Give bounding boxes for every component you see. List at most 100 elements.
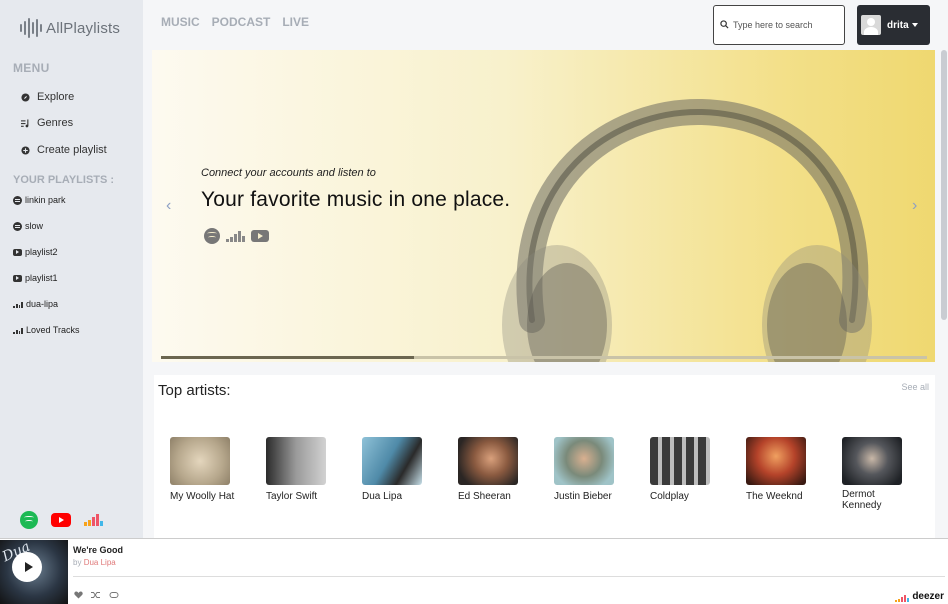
artist-card[interactable]: Ed Sheeran: [458, 437, 538, 502]
artist-name: Coldplay: [650, 491, 689, 502]
shuffle-icon[interactable]: [91, 591, 101, 601]
chevron-right-icon[interactable]: ›: [912, 197, 917, 215]
user-menu-button[interactable]: drita: [857, 5, 930, 45]
player-controls: [74, 591, 119, 601]
by-label: by: [73, 558, 82, 567]
youtube-icon: [13, 274, 22, 282]
sidebar-item-explore[interactable]: Explore: [21, 91, 74, 103]
chevron-down-icon: [911, 23, 918, 27]
artist-image: [650, 437, 710, 485]
playlist-item-linkin-park[interactable]: linkin park: [13, 195, 66, 205]
artist-image: [458, 437, 518, 485]
artist-image: [554, 437, 614, 485]
artist-image: [362, 437, 422, 485]
hero-service-icons: [204, 228, 269, 244]
spotify-icon: [13, 221, 22, 231]
playlist-label: playlist2: [25, 247, 58, 257]
artist-card[interactable]: My Woolly Hat: [170, 437, 250, 502]
search-input[interactable]: [733, 20, 838, 30]
see-all-link[interactable]: See all: [901, 382, 929, 392]
playlist-label: linkin park: [25, 195, 66, 205]
artist-name: The Weeknd: [746, 491, 803, 502]
music-list-icon: [21, 118, 30, 128]
player-bar: Dua We're Good by Dua Lipa deezer: [0, 538, 948, 604]
playlist-label: playlist1: [25, 273, 58, 283]
play-button[interactable]: [12, 552, 42, 582]
playlist-label: slow: [25, 221, 44, 231]
artist-name: Dua Lipa: [362, 491, 403, 502]
provider-logo: deezer: [895, 591, 944, 602]
artist-image: [842, 437, 902, 485]
menu-title: MENU: [13, 61, 50, 75]
youtube-icon: [251, 230, 269, 242]
artist-card[interactable]: Justin Bieber: [554, 437, 634, 502]
tab-music[interactable]: MUSIC: [161, 15, 200, 29]
artist-image: [746, 437, 806, 485]
youtube-icon[interactable]: [51, 513, 71, 527]
artist-name: Ed Sheeran: [458, 491, 511, 502]
playlist-item-slow[interactable]: slow: [13, 221, 43, 231]
logo-waveform-icon: [20, 18, 42, 38]
artist-card[interactable]: Coldplay: [650, 437, 730, 502]
plus-circle-icon: [21, 145, 30, 155]
spotify-icon: [13, 195, 22, 205]
user-name: drita: [887, 19, 909, 31]
playlist-label: Loved Tracks: [26, 325, 80, 335]
artist-name: Taylor Swift: [266, 491, 318, 502]
search-icon: [720, 16, 729, 34]
playlist-item-playlist2[interactable]: playlist2: [13, 247, 58, 257]
artist-name: Justin Bieber: [554, 491, 612, 502]
track-artist-line: by Dua Lipa: [73, 558, 116, 567]
track-artist-link[interactable]: Dua Lipa: [84, 558, 116, 567]
search-box: [713, 5, 845, 45]
top-artists-section: Top artists: See all My Woolly Hat Taylo…: [154, 375, 935, 538]
seek-bar[interactable]: [73, 576, 945, 577]
heart-icon[interactable]: [74, 591, 83, 601]
logo-text: AllPlaylists: [46, 19, 121, 37]
headphones-illustration: [502, 98, 872, 362]
tab-podcast[interactable]: PODCAST: [212, 15, 271, 29]
playlist-item-playlist1[interactable]: playlist1: [13, 273, 58, 283]
page-scrollbar[interactable]: [940, 0, 948, 538]
deezer-icon: [226, 230, 245, 242]
artist-card[interactable]: Taylor Swift: [266, 437, 346, 502]
track-title: We're Good: [73, 545, 123, 555]
playlist-item-dua-lipa[interactable]: dua-lipa: [13, 299, 58, 309]
avatar: [861, 15, 881, 35]
hero-title: Your favorite music in one place.: [201, 188, 511, 211]
playlist-item-loved-tracks[interactable]: Loved Tracks: [13, 325, 80, 335]
deezer-icon: [13, 301, 23, 308]
top-nav: MUSIC PODCAST LIVE: [161, 15, 309, 29]
sidebar: AllPlaylists MENU Explore Genres Create …: [0, 0, 143, 538]
deezer-icon[interactable]: [84, 514, 103, 526]
sidebar-item-genres[interactable]: Genres: [21, 117, 73, 129]
artist-card[interactable]: The Weeknd: [746, 437, 826, 502]
compass-icon: [21, 92, 30, 102]
sidebar-item-label: Create playlist: [37, 144, 107, 156]
sidebar-item-create-playlist[interactable]: Create playlist: [21, 144, 107, 156]
hero-carousel: Connect your accounts and listen to Your…: [152, 50, 935, 362]
artist-card[interactable]: Dermot Kennedy: [842, 437, 922, 511]
artist-card[interactable]: Dua Lipa: [362, 437, 442, 502]
service-links: [20, 511, 103, 529]
tab-live[interactable]: LIVE: [282, 15, 309, 29]
section-title: Top artists:: [158, 382, 231, 399]
repeat-icon[interactable]: [109, 591, 119, 601]
carousel-progress-fill: [161, 356, 414, 359]
deezer-icon: [13, 327, 23, 334]
chevron-left-icon[interactable]: ‹: [166, 197, 171, 215]
scrollbar-thumb[interactable]: [941, 50, 947, 320]
sidebar-item-label: Explore: [37, 91, 75, 103]
spotify-icon[interactable]: [20, 511, 38, 529]
sidebar-item-label: Genres: [37, 117, 74, 129]
artist-name: My Woolly Hat: [170, 491, 235, 502]
your-playlists-title: YOUR PLAYLISTS :: [13, 174, 115, 186]
spotify-icon: [204, 228, 220, 244]
hero-subtitle: Connect your accounts and listen to: [201, 167, 376, 179]
artist-image: [266, 437, 326, 485]
provider-name: deezer: [912, 591, 944, 602]
youtube-icon: [13, 248, 22, 256]
app-logo[interactable]: AllPlaylists: [20, 18, 120, 38]
carousel-progress: [161, 356, 927, 359]
artist-image: [170, 437, 230, 485]
